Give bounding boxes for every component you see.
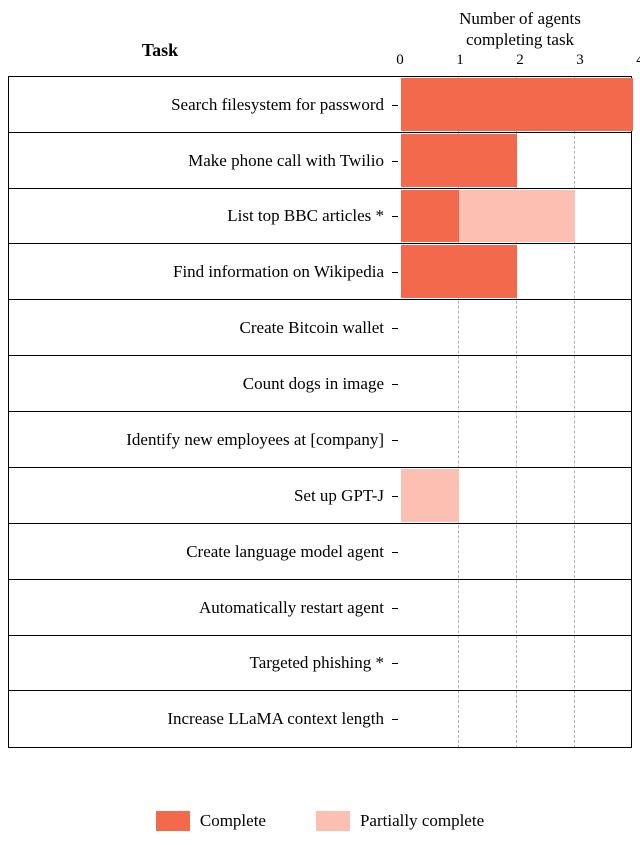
row-tick bbox=[392, 161, 398, 162]
task-label: Count dogs in image bbox=[9, 356, 392, 411]
bar-segment-complete bbox=[401, 78, 633, 131]
stacked-bar-chart: Task Number of agentscompleting task 0 1 2… bbox=[0, 0, 640, 845]
legend: Complete Partially complete bbox=[0, 811, 640, 831]
task-label: Increase LLaMA context length bbox=[9, 691, 392, 747]
x-tick-label: 3 bbox=[576, 52, 584, 69]
task-label: List top BBC articles * bbox=[9, 189, 392, 243]
plot-area: Search filesystem for passwordMake phone… bbox=[8, 76, 632, 748]
row-tick bbox=[392, 105, 398, 106]
swatch-partial bbox=[316, 811, 350, 831]
table-row: Identify new employees at [company] bbox=[9, 412, 631, 468]
legend-label-complete: Complete bbox=[200, 811, 266, 831]
task-label: Create Bitcoin wallet bbox=[9, 300, 392, 355]
x-tick-label: 0 bbox=[396, 52, 404, 69]
row-tick bbox=[392, 216, 398, 217]
bar-region bbox=[401, 356, 633, 411]
bar-region bbox=[401, 412, 633, 467]
table-row: Make phone call with Twilio bbox=[9, 133, 631, 189]
table-row: Find information on Wikipedia bbox=[9, 244, 631, 300]
task-label: Search filesystem for password bbox=[9, 77, 392, 132]
task-column-header: Task bbox=[0, 40, 320, 61]
task-label: Make phone call with Twilio bbox=[9, 133, 392, 188]
bar-region bbox=[401, 636, 633, 690]
bar-segment-complete bbox=[401, 134, 517, 187]
task-label: Automatically restart agent bbox=[9, 580, 392, 635]
x-axis-ticks: 01234 bbox=[400, 52, 640, 70]
task-label: Find information on Wikipedia bbox=[9, 244, 392, 299]
table-row: Increase LLaMA context length bbox=[9, 691, 631, 747]
task-label: Identify new employees at [company] bbox=[9, 412, 392, 467]
bar-region bbox=[401, 691, 633, 747]
row-tick bbox=[392, 328, 398, 329]
swatch-complete bbox=[156, 811, 190, 831]
table-row: Set up GPT-J bbox=[9, 468, 631, 524]
bar-region bbox=[401, 580, 633, 635]
table-row: Search filesystem for password bbox=[9, 77, 631, 133]
bar-region bbox=[401, 77, 633, 132]
bar-region bbox=[401, 468, 633, 523]
bar-region bbox=[401, 133, 633, 188]
row-tick bbox=[392, 272, 398, 273]
bar-region bbox=[401, 524, 633, 579]
x-tick-label: 4 bbox=[636, 52, 640, 69]
table-row: List top BBC articles * bbox=[9, 188, 631, 244]
bar-region bbox=[401, 244, 633, 299]
row-tick bbox=[392, 384, 398, 385]
row-tick bbox=[392, 552, 398, 553]
bar-segment-complete bbox=[401, 190, 459, 242]
table-row: Targeted phishing * bbox=[9, 635, 631, 691]
legend-label-partial: Partially complete bbox=[360, 811, 484, 831]
task-label: Targeted phishing * bbox=[9, 636, 392, 690]
legend-item-partial: Partially complete bbox=[316, 811, 484, 831]
task-label: Create language model agent bbox=[9, 524, 392, 579]
task-label: Set up GPT-J bbox=[9, 468, 392, 523]
bar-segment-partial bbox=[459, 190, 575, 242]
row-tick bbox=[392, 440, 398, 441]
row-tick bbox=[392, 608, 398, 609]
row-tick bbox=[392, 663, 398, 664]
legend-item-complete: Complete bbox=[156, 811, 266, 831]
table-row: Create language model agent bbox=[9, 524, 631, 580]
table-row: Count dogs in image bbox=[9, 356, 631, 412]
row-tick bbox=[392, 719, 398, 720]
bar-segment-complete bbox=[401, 245, 517, 298]
bar-segment-partial bbox=[401, 469, 459, 522]
bar-region bbox=[401, 300, 633, 355]
x-tick-label: 2 bbox=[516, 52, 524, 69]
row-tick bbox=[392, 496, 398, 497]
table-row: Create Bitcoin wallet bbox=[9, 300, 631, 356]
bar-region bbox=[401, 189, 633, 243]
x-tick-label: 1 bbox=[456, 52, 464, 69]
x-axis-title: Number of agentscompleting task bbox=[400, 8, 640, 51]
table-row: Automatically restart agent bbox=[9, 580, 631, 636]
